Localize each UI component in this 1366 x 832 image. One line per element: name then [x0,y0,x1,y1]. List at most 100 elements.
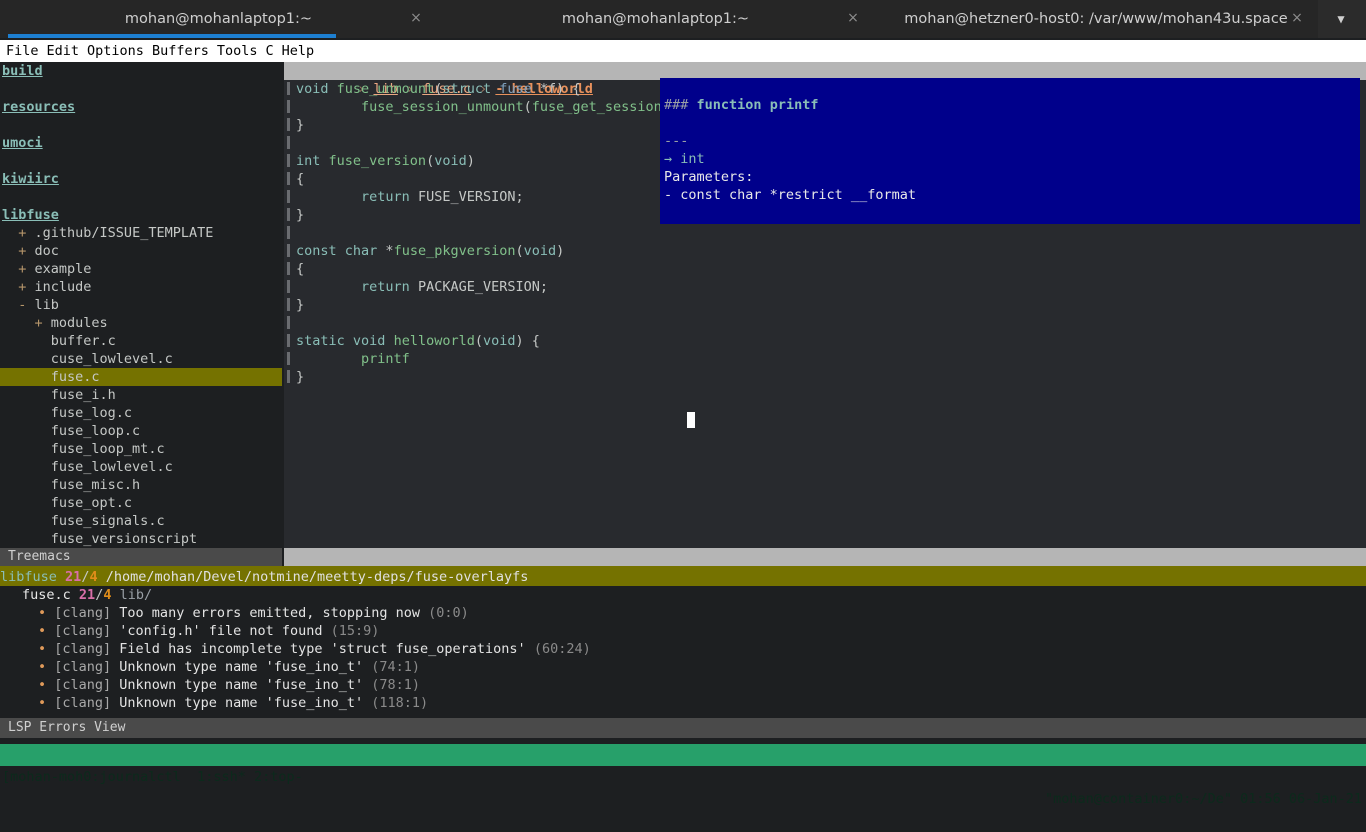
chevron-down-icon[interactable]: ▼ [1324,0,1358,38]
menu-item-tools[interactable]: Tools [217,43,258,59]
lsp-errors-window[interactable]: libfuse 21/4 /home/mohan/Devel/notmine/m… [0,568,1366,718]
fringe-indicator [287,226,290,239]
doc-heading-name: printf [769,97,819,113]
code-text[interactable]: void fuse_unmount(struct fuse *f) { fuse… [296,80,702,386]
treemacs-dir-lib[interactable]: - lib [0,296,282,314]
treemacs-project-label: build [2,63,43,79]
treemacs-dir-label: modules [50,315,108,331]
collapse-icon[interactable]: - [18,297,34,313]
bullet-icon: • [38,605,55,621]
expand-icon[interactable]: + [18,243,34,259]
fringe-indicator [287,280,290,293]
bullet-icon: • [38,623,55,639]
treemacs-indent [2,261,18,277]
expand-icon[interactable]: + [35,315,51,331]
lsp-diagnostic-message: Unknown type name 'fuse_ino_t' [119,659,372,675]
menu-item-buffers[interactable]: Buffers [152,43,209,59]
completion-popup[interactable]: printf(const char *restrict __format, ..… [345,370,1177,406]
fringe-indicator [287,334,290,347]
code-editor-window[interactable]: › lib › fuse.c › - helloworld void fuse_… [284,62,1366,548]
doc-parameter-1: - const char *restrict __format [664,187,916,203]
lsp-diagnostic-row[interactable]: • [clang] Too many errors emitted, stopp… [0,604,1366,622]
treemacs-dir-doc[interactable]: + doc [0,242,282,260]
treemacs-project-resources[interactable]: resources [0,98,282,116]
treemacs-project-label: umoci [2,135,43,151]
treemacs-project-label: libfuse [2,207,59,223]
lsp-diagnostic-source: [clang] [54,605,120,621]
fringe-indicator [287,316,290,329]
lsp-diagnostic-row[interactable]: • [clang] Unknown type name 'fuse_ino_t'… [0,658,1366,676]
treemacs-file-buffer-c[interactable]: buffer.c [0,332,282,350]
treemacs-dir-include[interactable]: + include [0,278,282,296]
lsp-diagnostic-row[interactable]: • [clang] Unknown type name 'fuse_ino_t'… [0,694,1366,712]
treemacs-file-label: fuse_loop.c [50,423,141,439]
close-icon[interactable]: × [409,11,423,25]
treemacs-file-fuse_i-h[interactable]: fuse_i.h [0,386,282,404]
expand-icon[interactable]: + [18,261,34,277]
treemacs-spacer [0,116,282,134]
treemacs-file-fuse_loop_mt-c[interactable]: fuse_loop_mt.c [0,440,282,458]
code-line: printf [361,351,410,367]
doc-parameters-label: Parameters: [664,169,754,185]
treemacs-project-libfuse[interactable]: libfuse [0,206,282,224]
expand-icon[interactable]: + [18,279,34,295]
close-icon[interactable]: × [1290,11,1304,25]
treemacs-indent [2,423,51,439]
code-line: fuse_session_unmount(fuse_get_session(f)… [361,99,702,115]
treemacs-indent [2,387,51,403]
treemacs-file-cuse_lowlevel-c[interactable]: cuse_lowlevel.c [0,350,282,368]
treemacs-file-fuse_lowlevel-c[interactable]: fuse_lowlevel.c [0,458,282,476]
menu-item-options[interactable]: Options [87,43,144,59]
bullet-icon: • [38,677,55,693]
emacs-frame: build resources umoci kiwiirc libfuse + .git… [0,62,1366,740]
treemacs-dir--github-ISSUE_TEMPLATE[interactable]: + .github/ISSUE_TEMPLATE [0,224,282,242]
expand-icon[interactable]: + [18,225,34,241]
terminal-tab-1[interactable]: mohan@mohanlaptop1:~ × [0,0,437,38]
lsp-diagnostic-source: [clang] [54,641,120,657]
treemacs-sidebar[interactable]: build resources umoci kiwiirc libfuse + .git… [0,62,282,548]
treemacs-file-fuse_misc-h[interactable]: fuse_misc.h [0,476,282,494]
code-line: } [296,117,305,133]
treemacs-file-fuse_log-c[interactable]: fuse_log.c [0,404,282,422]
treemacs-file-fuse_loop-c[interactable]: fuse_loop.c [0,422,282,440]
treemacs-dir-example[interactable]: + example [0,260,282,278]
menu-item-help[interactable]: Help [282,43,315,59]
treemacs-indent [2,477,51,493]
treemacs-dir-modules[interactable]: + modules [0,314,282,332]
fringe-indicator [287,118,290,131]
lsp-diagnostic-row[interactable]: • [clang] Unknown type name 'fuse_ino_t'… [0,676,1366,694]
lsp-diagnostic-row[interactable]: • [clang] 'config.h' file not found (15:… [0,622,1366,640]
treemacs-project-kiwiirc[interactable]: kiwiirc [0,170,282,188]
terminal-tab-3[interactable]: mohan@hetzner0-host0: /var/www/mohan43u.… [874,0,1318,38]
treemacs-spacer [0,80,282,98]
menu-item-c[interactable]: C [265,43,273,59]
treemacs-indent [2,297,18,313]
lsp-file-row[interactable]: fuse.c 21/4 lib/ [0,586,1366,604]
lsp-documentation-popup[interactable]: ### function printf --- → int Parameters… [660,78,1360,224]
treemacs-file-fuse_signals-c[interactable]: fuse_signals.c [0,512,282,530]
tmux-status-left: [mohan-moh0:journalctl 1:ssh* 2:top- [2,769,303,785]
treemacs-project-build[interactable]: build [0,62,282,80]
treemacs-file-label: cuse_lowlevel.c [50,351,173,367]
lsp-diagnostic-source: [clang] [54,677,120,693]
lsp-diagnostic-position: (0:0) [428,605,469,621]
treemacs-dir-label: include [34,279,92,295]
fringe-indicator [287,352,290,365]
treemacs-file-fuse_opt-c[interactable]: fuse_opt.c [0,494,282,512]
menu-item-edit[interactable]: Edit [47,43,80,59]
terminal-window: mohan@mohanlaptop1:~ × mohan@mohanlaptop… [0,0,1366,807]
treemacs-file-label: fuse_i.h [50,387,116,403]
treemacs-file-fuse-c[interactable]: fuse.c [0,368,282,386]
code-line: int fuse_version(void) [296,153,475,169]
treemacs-file-label: fuse.c [50,369,100,385]
treemacs-file-fuse_versionscript[interactable]: fuse_versionscript [0,530,282,548]
close-icon[interactable]: × [846,11,860,25]
treemacs-dir-label: example [34,261,92,277]
editor-modeline: -UU-:**--F1 fuse.c Bot L5123 Git-master … [284,548,1366,583]
lsp-project-row[interactable]: libfuse 21/4 /home/mohan/Devel/notmine/m… [0,568,1366,586]
terminal-tab-2[interactable]: mohan@mohanlaptop1:~ × [437,0,874,38]
menu-item-file[interactable]: File [6,43,39,59]
lsp-diagnostic-row[interactable]: • [clang] Field has incomplete type 'str… [0,640,1366,658]
treemacs-project-umoci[interactable]: umoci [0,134,282,152]
treemacs-indent [2,405,51,421]
